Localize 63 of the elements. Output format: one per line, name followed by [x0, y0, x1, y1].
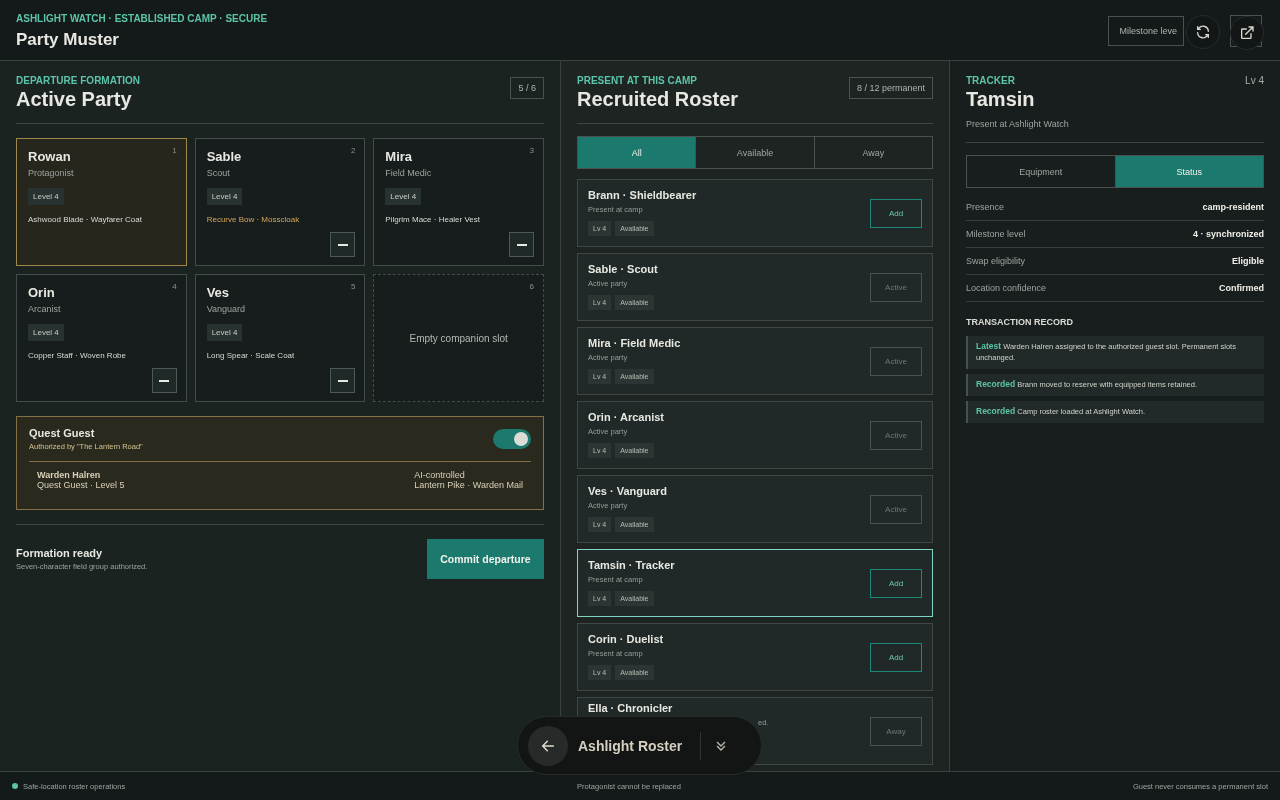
level-tag: Level 4	[385, 188, 422, 205]
field-value: Eligible	[1232, 256, 1264, 266]
slot-number: 5	[350, 282, 356, 291]
guest-detail: Quest Guest · Level 5	[37, 480, 125, 490]
page-title: Party Muster	[16, 30, 120, 50]
party-count: 5 / 6	[510, 77, 544, 99]
member-gear: Recurve Bow · Mosscloak	[206, 215, 300, 224]
character-name: Tamsin	[966, 88, 1036, 111]
level-tag: Level 4	[206, 188, 243, 205]
field-value: 4 · synchronized	[1193, 229, 1264, 239]
ready-title: Formation ready	[16, 547, 104, 559]
member-role: Field Medic	[385, 168, 432, 178]
field-label: Location confidence	[966, 283, 1047, 293]
member-name: Mira	[385, 149, 413, 164]
character-location: Present at Ashlight Watch	[966, 119, 1069, 129]
member-role: Arcanist	[28, 304, 61, 314]
level-tag: Level 4	[28, 324, 64, 341]
field-label: Swap eligibility	[966, 256, 1026, 266]
recruit-name: Orin · Arcanist	[588, 411, 664, 423]
roster-count: 8 / 12 permanent	[848, 77, 933, 99]
member-gear: Pilgrim Mace · Healer Vest	[385, 215, 481, 224]
recruit-name: Sable · Scout	[588, 263, 658, 275]
field-label: Presence	[966, 202, 1005, 212]
member-name: Ves	[206, 285, 230, 300]
recruit-name: Ves · Vanguard	[588, 485, 667, 497]
slot-number: 3	[529, 146, 534, 155]
guest-name: Warden Halren	[37, 470, 102, 480]
guest-control: AI-controlled	[414, 470, 523, 480]
recruit-name: Tamsin · Tracker	[588, 559, 675, 571]
character-level: Lv 4	[1245, 75, 1264, 88]
slot-number: 2	[350, 146, 356, 155]
level-tag: Level 4	[206, 324, 243, 341]
recruit-name: Brann · Shieldbearer	[588, 189, 697, 201]
member-name: Orin	[28, 285, 55, 300]
detail-eyebrow: TRACKER	[966, 75, 1016, 86]
recruit-name: Ella · Chronicler	[588, 702, 674, 714]
field-label: Milestone level	[966, 229, 1026, 239]
slot-number: 1	[172, 146, 177, 155]
level-tag: Level 4	[28, 188, 64, 205]
member-role: Protagonist	[28, 168, 74, 178]
empty-slot-label: Empty companion slot	[409, 332, 508, 344]
camp-status: ASHLIGHT WATCH · ESTABLISHED CAMP · SECURE	[16, 13, 268, 24]
section-title: Active Party	[16, 88, 133, 111]
dock-title: Ashlight Roster	[578, 737, 683, 754]
slot-number: 6	[529, 282, 534, 291]
section-title: Recruited Roster	[577, 88, 739, 111]
member-gear: Long Spear · Scale Coat	[206, 351, 295, 360]
guest-gear: Lantern Pike · Warden Mail	[414, 480, 523, 490]
member-name: Sable	[206, 149, 242, 164]
member-gear: Ashwood Blade · Wayfarer Coat	[28, 215, 142, 224]
field-value: Confirmed	[1219, 283, 1264, 293]
section-eyebrow: DEPARTURE FORMATION	[16, 75, 141, 86]
record-heading: TRANSACTION RECORD	[966, 317, 1074, 327]
member-gear: Copper Staff · Woven Robe	[28, 351, 126, 360]
field-value: camp-resident	[1202, 202, 1264, 212]
member-role: Scout	[206, 168, 230, 178]
section-eyebrow: PRESENT AT THIS CAMP	[577, 75, 698, 86]
member-role: Vanguard	[206, 304, 246, 314]
recruit-name: Mira · Field Medic	[588, 337, 681, 349]
guest-title: Quest Guest	[29, 427, 96, 439]
member-name: Rowan	[28, 149, 71, 164]
recruit-name: Corin · Duelist	[588, 633, 664, 645]
slot-number: 4	[172, 282, 177, 291]
